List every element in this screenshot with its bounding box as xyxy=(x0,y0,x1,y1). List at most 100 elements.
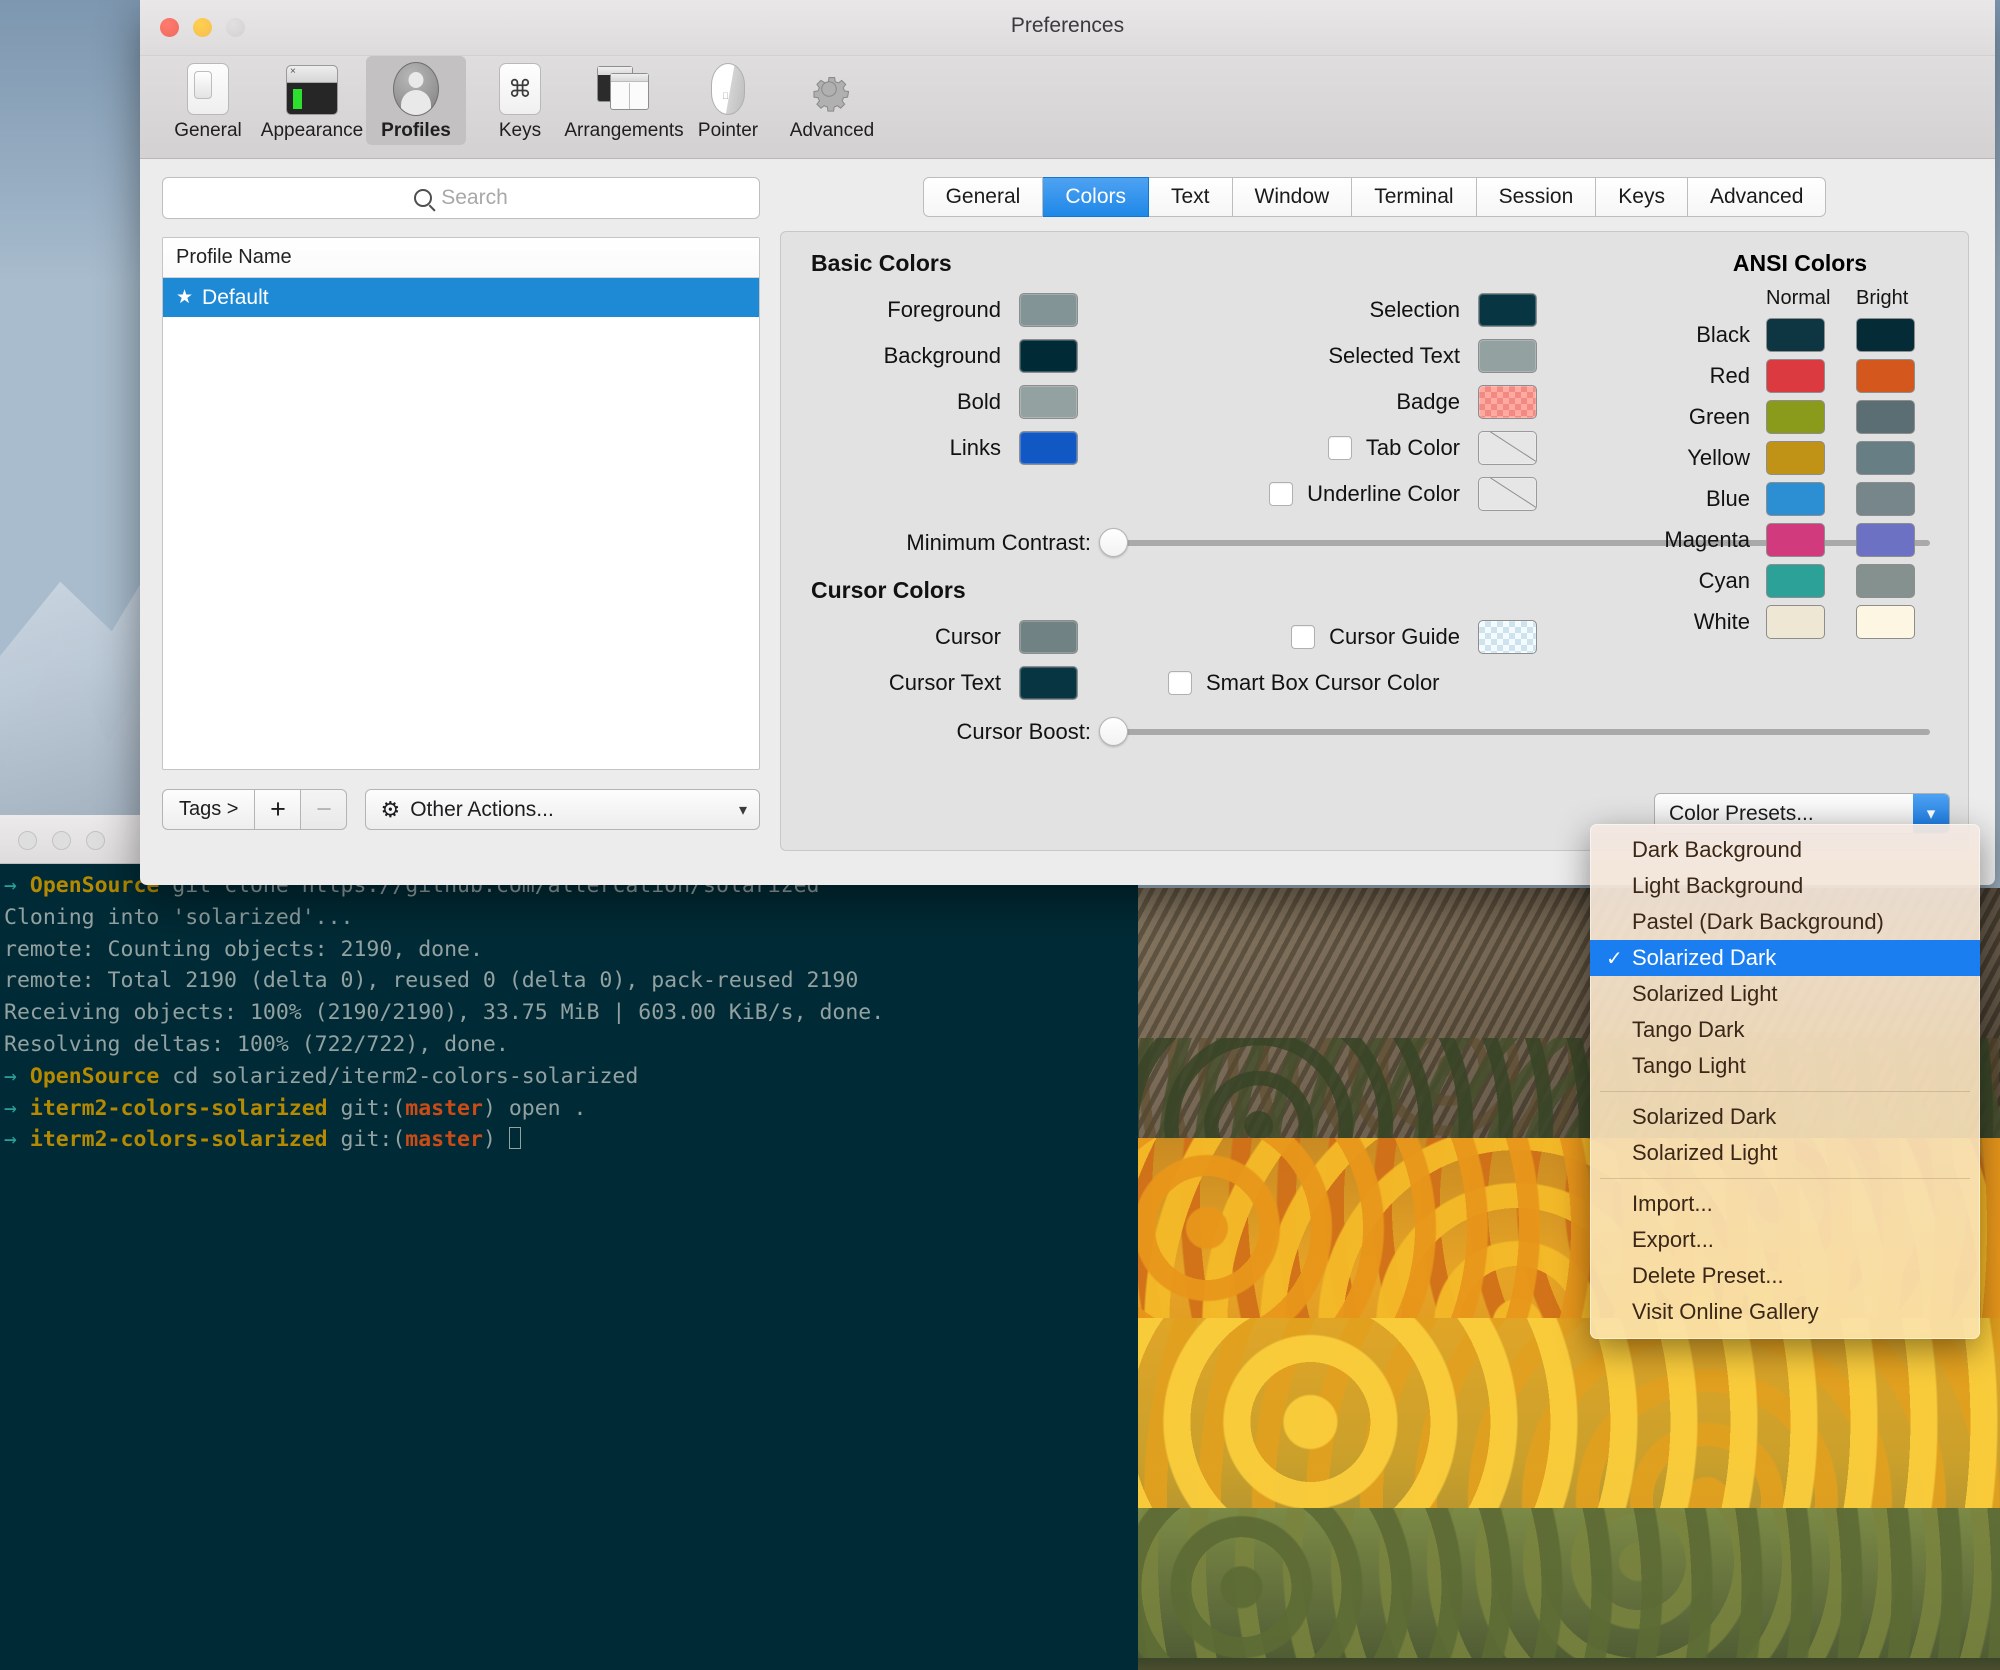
menu-item-solarized-dark[interactable]: Solarized Dark xyxy=(1590,1099,1980,1135)
toolbar-item-advanced[interactable]: Advanced xyxy=(782,56,882,145)
label-cursor-text: Cursor Text xyxy=(888,670,1001,695)
ansi-label-green: Green xyxy=(1688,403,1750,429)
ansi-swatch-red-normal[interactable] xyxy=(1766,358,1825,393)
menu-item-solarized-light[interactable]: Solarized Light xyxy=(1590,976,1980,1012)
search-input[interactable]: Search xyxy=(162,177,760,219)
minimum-contrast-knob[interactable] xyxy=(1099,528,1128,557)
ansi-label-white: White xyxy=(1693,608,1750,634)
terminal-zoom-button[interactable] xyxy=(86,831,105,850)
profile-tabs[interactable]: General Colors Text Window Terminal Session Ke… xyxy=(780,177,1969,217)
menu-item-export[interactable]: Export... xyxy=(1590,1222,1980,1258)
toolbar-item-general[interactable]: General xyxy=(158,56,258,145)
menu-item-delete-preset[interactable]: Delete Preset... xyxy=(1590,1258,1980,1294)
menu-item-label: Tango Light xyxy=(1632,1053,1746,1078)
menu-item-label: Dark Background xyxy=(1632,837,1802,862)
checkmark-icon: ✓ xyxy=(1606,947,1623,970)
toolbar-item-keys[interactable]: ⌘ Keys xyxy=(470,56,570,145)
toolbar-item-arrangements[interactable]: Arrangements xyxy=(564,56,684,145)
menu-item-light-background[interactable]: Light Background xyxy=(1590,868,1980,904)
terminal-output[interactable]: → OpenSource git clone https://github.co… xyxy=(0,864,1138,1156)
swatch-cursor-guide[interactable] xyxy=(1478,620,1537,654)
cursor-guide-checkbox[interactable] xyxy=(1291,625,1316,649)
profile-table-header[interactable]: Profile Name xyxy=(163,238,759,278)
terminal-text: cd solarized/iterm2-colors-solarized xyxy=(159,1063,639,1089)
toolbar-label: Keys xyxy=(498,120,542,141)
tab-text[interactable]: Text xyxy=(1149,177,1233,217)
ansi-swatch-black-bright[interactable] xyxy=(1856,317,1915,352)
ansi-swatch-blue-bright[interactable] xyxy=(1856,481,1915,516)
terminal-text: iterm2-colors-solarized xyxy=(29,1127,328,1153)
table-row[interactable]: ★ Default xyxy=(163,278,759,317)
ansi-swatch-white-bright[interactable] xyxy=(1856,604,1915,639)
swatch-cursor[interactable] xyxy=(1019,620,1078,654)
menu-item-label: Light Background xyxy=(1632,873,1804,898)
preferences-window[interactable]: Preferences General × Appearance Profile… xyxy=(140,0,1995,885)
ansi-swatch-cyan-bright[interactable] xyxy=(1856,563,1915,598)
smart-box-cursor-color-checkbox[interactable] xyxy=(1168,671,1192,695)
menu-item-solarized-dark[interactable]: ✓ Solarized Dark xyxy=(1590,940,1980,976)
menu-item-import[interactable]: Import... xyxy=(1590,1186,1980,1222)
ansi-swatch-yellow-normal[interactable] xyxy=(1766,440,1825,475)
add-profile-button[interactable]: + xyxy=(255,789,302,830)
menu-item-solarized-light[interactable]: Solarized Light xyxy=(1590,1135,1980,1171)
mouse-icon:  xyxy=(700,61,756,117)
color-presets-menu[interactable]: Dark Background Light Background Pastel (D… xyxy=(1590,824,1980,1339)
menu-item-dark-background[interactable]: Dark Background xyxy=(1590,832,1980,868)
ansi-swatch-blue-normal[interactable] xyxy=(1766,481,1825,516)
cursor-boost-slider[interactable] xyxy=(1099,717,1930,746)
tab-general[interactable]: General xyxy=(922,177,1044,217)
swatch-selected-text[interactable] xyxy=(1478,339,1537,373)
toolbar-label: Advanced xyxy=(789,120,875,141)
toolbar-item-profiles[interactable]: Profiles xyxy=(366,56,466,145)
tab-keys[interactable]: Keys xyxy=(1596,177,1688,217)
terminal-minimize-button[interactable] xyxy=(52,831,71,850)
other-actions-button[interactable]: ⚙ Other Actions... ▾ xyxy=(365,789,760,830)
profile-table[interactable]: Profile Name ★ Default xyxy=(162,237,760,770)
terminal-window[interactable]: → OpenSource git clone https://github.co… xyxy=(0,815,1138,1670)
underline-color-checkbox[interactable] xyxy=(1269,482,1294,506)
tab-colors[interactable]: Colors xyxy=(1043,177,1149,217)
ansi-swatch-green-normal[interactable] xyxy=(1766,399,1825,434)
preferences-body: Search Profile Name ★ Default Tags > + −… xyxy=(140,159,1995,885)
tab-session[interactable]: Session xyxy=(1476,177,1597,217)
ansi-swatch-cyan-normal[interactable] xyxy=(1766,563,1825,598)
ansi-swatch-white-normal[interactable] xyxy=(1766,604,1825,639)
swatch-cursor-text[interactable] xyxy=(1019,666,1078,700)
tab-terminal[interactable]: Terminal xyxy=(1352,177,1477,217)
ansi-row-black: Black xyxy=(1650,314,1950,355)
cursor-boost-knob[interactable] xyxy=(1099,717,1128,746)
swatch-bold[interactable] xyxy=(1019,385,1078,419)
menu-item-visit-online-gallery[interactable]: Visit Online Gallery xyxy=(1590,1294,1980,1330)
person-avatar-icon xyxy=(388,61,444,117)
tags-button[interactable]: Tags > xyxy=(162,789,256,830)
tab-color-checkbox[interactable] xyxy=(1327,436,1352,460)
swatch-foreground[interactable] xyxy=(1019,293,1078,327)
ansi-swatch-yellow-bright[interactable] xyxy=(1856,440,1915,475)
remove-profile-button[interactable]: − xyxy=(301,789,348,830)
swatch-tab-color[interactable] xyxy=(1478,431,1537,465)
label-foreground: Foreground xyxy=(887,297,1001,322)
menu-item-pastel-dark-background[interactable]: Pastel (Dark Background) xyxy=(1590,904,1980,940)
swatch-badge[interactable] xyxy=(1478,385,1537,419)
toolbar-item-appearance[interactable]: × Appearance xyxy=(261,56,363,145)
toolbar-item-pointer[interactable]:  Pointer xyxy=(678,56,778,145)
default-profile-star-icon: ★ xyxy=(176,287,194,308)
menu-item-tango-dark[interactable]: Tango Dark xyxy=(1590,1012,1980,1048)
preferences-toolbar[interactable]: General × Appearance Profiles ⌘ Keys Arr… xyxy=(140,56,1995,159)
ansi-swatch-magenta-bright[interactable] xyxy=(1856,522,1915,557)
swatch-background[interactable] xyxy=(1019,339,1078,373)
swatch-links[interactable] xyxy=(1019,431,1078,465)
swatch-underline-color[interactable] xyxy=(1478,477,1537,511)
gear-icon xyxy=(804,61,860,117)
ansi-swatch-magenta-normal[interactable] xyxy=(1766,522,1825,557)
ansi-swatch-red-bright[interactable] xyxy=(1856,358,1915,393)
terminal-close-button[interactable] xyxy=(18,831,37,850)
menu-item-tango-light[interactable]: Tango Light xyxy=(1590,1048,1980,1084)
menu-item-label: Solarized Light xyxy=(1632,981,1778,1006)
menu-item-label: Tango Dark xyxy=(1632,1017,1745,1042)
swatch-selection[interactable] xyxy=(1478,293,1537,327)
tab-window[interactable]: Window xyxy=(1232,177,1353,217)
tab-advanced[interactable]: Advanced xyxy=(1687,177,1827,217)
ansi-swatch-black-normal[interactable] xyxy=(1766,317,1825,352)
ansi-swatch-green-bright[interactable] xyxy=(1856,399,1915,434)
